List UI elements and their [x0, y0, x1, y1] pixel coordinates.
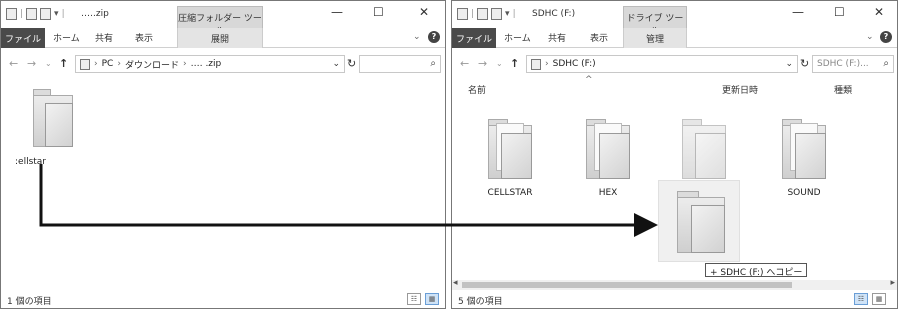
folder-name-label[interactable]: HEX [568, 188, 648, 198]
horizontal-scrollbar[interactable]: ◂ ▸ [452, 278, 897, 290]
navigation-bar: ← → ⌄ ↑ › SDHC (F:) ⌄ ↻ SDHC (F:)... ⌕ [452, 53, 897, 75]
zip-icon [80, 58, 90, 70]
drive-icon [531, 58, 541, 70]
checkbox-icon[interactable] [40, 8, 52, 20]
address-bar[interactable]: › PC › ダウンロード › ‥‥ .zip ⌄ [75, 55, 345, 73]
minimize-button[interactable]: — [331, 5, 343, 19]
ribbon-tabs: ファイル ホーム 共有 表示 展開 ⌄ ? [1, 28, 445, 48]
column-header-date[interactable]: 更新日時 [722, 83, 758, 96]
recent-locations-icon[interactable]: ⌄ [496, 59, 503, 68]
ribbon-expand-icon[interactable]: ⌄ [413, 32, 421, 42]
window-title: ‥‥.zip [81, 9, 109, 19]
tab-manage[interactable]: 管理 [623, 28, 687, 48]
folder-name-label[interactable]: SOUND [764, 188, 844, 198]
context-tab-compressed-folder-tools[interactable]: 圧縮フォルダー ツール [177, 6, 263, 37]
breadcrumb-item[interactable]: ダウンロード [125, 58, 179, 71]
drag-preview [658, 180, 740, 262]
search-icon: ⌕ [430, 58, 436, 69]
copy-tooltip: + SDHC (F:) へコピー [705, 263, 808, 278]
ribbon-tabs: ファイル ホーム 共有 表示 管理 ⌄ ? [452, 28, 897, 48]
details-view-icon[interactable]: ☷ [407, 293, 421, 305]
context-tab-drive-tools[interactable]: ドライブ ツール [623, 6, 687, 37]
large-icons-view-icon[interactable]: ▦ [872, 293, 886, 305]
help-icon[interactable]: ? [880, 31, 892, 43]
search-placeholder: SDHC (F:)... [817, 59, 869, 69]
close-button[interactable]: ✕ [874, 5, 884, 19]
scroll-right-icon[interactable]: ▸ [890, 278, 895, 288]
checkbox-icon[interactable] [491, 8, 503, 20]
breadcrumb-item[interactable]: ‥‥ .zip [191, 59, 222, 69]
breadcrumb-item[interactable]: PC [102, 59, 114, 69]
qat-dropdown-icon[interactable]: ▾ [505, 9, 510, 19]
refresh-icon[interactable]: ↻ [800, 57, 809, 70]
status-bar: 1 個の項目 ☷ ▦ [1, 291, 445, 308]
item-count: 5 個の項目 [458, 297, 503, 307]
quick-access-toolbar: | ▾ | [6, 8, 65, 20]
scrollbar-thumb[interactable] [462, 282, 792, 288]
tab-home[interactable]: ホーム [53, 31, 80, 44]
file-name-label[interactable]: :ellstar [13, 157, 73, 167]
explorer-window-zip: | ▾ | ‥‥.zip 圧縮フォルダー ツール — ☐ ✕ ファイル ホーム … [0, 0, 446, 309]
title-bar: | ▾ | ‥‥.zip 圧縮フォルダー ツール — ☐ ✕ [1, 1, 445, 37]
properties-icon[interactable] [477, 8, 489, 20]
large-icons-view-icon[interactable]: ▦ [425, 293, 439, 305]
window-title: SDHC (F:) [532, 9, 576, 19]
maximize-button[interactable]: ☐ [373, 5, 384, 19]
tab-home[interactable]: ホーム [504, 31, 531, 44]
tab-file[interactable]: ファイル [452, 28, 496, 48]
sort-caret-icon: ^ [585, 75, 593, 85]
forward-arrow-icon[interactable]: → [27, 57, 36, 70]
search-input[interactable]: ⌕ [359, 55, 441, 73]
folder-icon[interactable] [33, 89, 73, 147]
forward-arrow-icon[interactable]: → [478, 57, 487, 70]
back-arrow-icon[interactable]: ← [9, 57, 18, 70]
zip-icon [6, 8, 17, 20]
details-view-icon[interactable]: ☷ [854, 293, 868, 305]
up-arrow-icon[interactable]: ↑ [59, 57, 68, 70]
tab-share[interactable]: 共有 [95, 31, 113, 44]
address-bar[interactable]: › SDHC (F:) ⌄ [526, 55, 798, 73]
properties-icon[interactable] [26, 8, 38, 20]
minimize-button[interactable]: — [792, 5, 804, 19]
back-arrow-icon[interactable]: ← [460, 57, 469, 70]
item-count: 1 個の項目 [7, 297, 52, 307]
status-bar: 5 個の項目 ☷ ▦ [452, 291, 897, 308]
explorer-window-sdhc: | ▾ | SDHC (F:) ドライブ ツール — ☐ ✕ ファイル ホーム … [451, 0, 898, 309]
refresh-icon[interactable]: ↻ [347, 57, 356, 70]
quick-access-toolbar: | ▾ | [457, 8, 516, 20]
folder-name-label[interactable]: CELLSTAR [470, 188, 550, 198]
tab-view[interactable]: 表示 [135, 31, 153, 44]
help-icon[interactable]: ? [428, 31, 440, 43]
up-arrow-icon[interactable]: ↑ [510, 57, 519, 70]
folder-icon[interactable] [586, 119, 630, 179]
tab-view[interactable]: 表示 [590, 31, 608, 44]
search-icon: ⌕ [883, 58, 889, 69]
address-dropdown-icon[interactable]: ⌄ [332, 59, 340, 69]
tab-extract[interactable]: 展開 [177, 28, 263, 48]
tab-share[interactable]: 共有 [548, 31, 566, 44]
drive-icon [457, 8, 468, 20]
folder-icon[interactable] [782, 119, 826, 179]
recent-locations-icon[interactable]: ⌄ [45, 59, 52, 68]
scroll-left-icon[interactable]: ◂ [453, 278, 458, 288]
title-bar: | ▾ | SDHC (F:) ドライブ ツール — ☐ ✕ [452, 1, 897, 37]
breadcrumb-item[interactable]: SDHC (F:) [553, 59, 596, 69]
folder-icon[interactable] [682, 119, 726, 179]
qat-dropdown-icon[interactable]: ▾ [54, 9, 59, 19]
folder-icon [677, 191, 725, 253]
column-header-type[interactable]: 種類 [834, 83, 852, 96]
address-dropdown-icon[interactable]: ⌄ [785, 59, 793, 69]
maximize-button[interactable]: ☐ [834, 5, 845, 19]
folder-icon[interactable] [488, 119, 532, 179]
tab-file[interactable]: ファイル [1, 28, 45, 48]
navigation-bar: ← → ⌄ ↑ › PC › ダウンロード › ‥‥ .zip ⌄ ↻ ⌕ [1, 53, 445, 75]
ribbon-expand-icon[interactable]: ⌄ [866, 32, 874, 42]
search-input[interactable]: SDHC (F:)... ⌕ [812, 55, 894, 73]
close-button[interactable]: ✕ [419, 5, 429, 19]
column-header-name[interactable]: 名前 [468, 83, 486, 96]
